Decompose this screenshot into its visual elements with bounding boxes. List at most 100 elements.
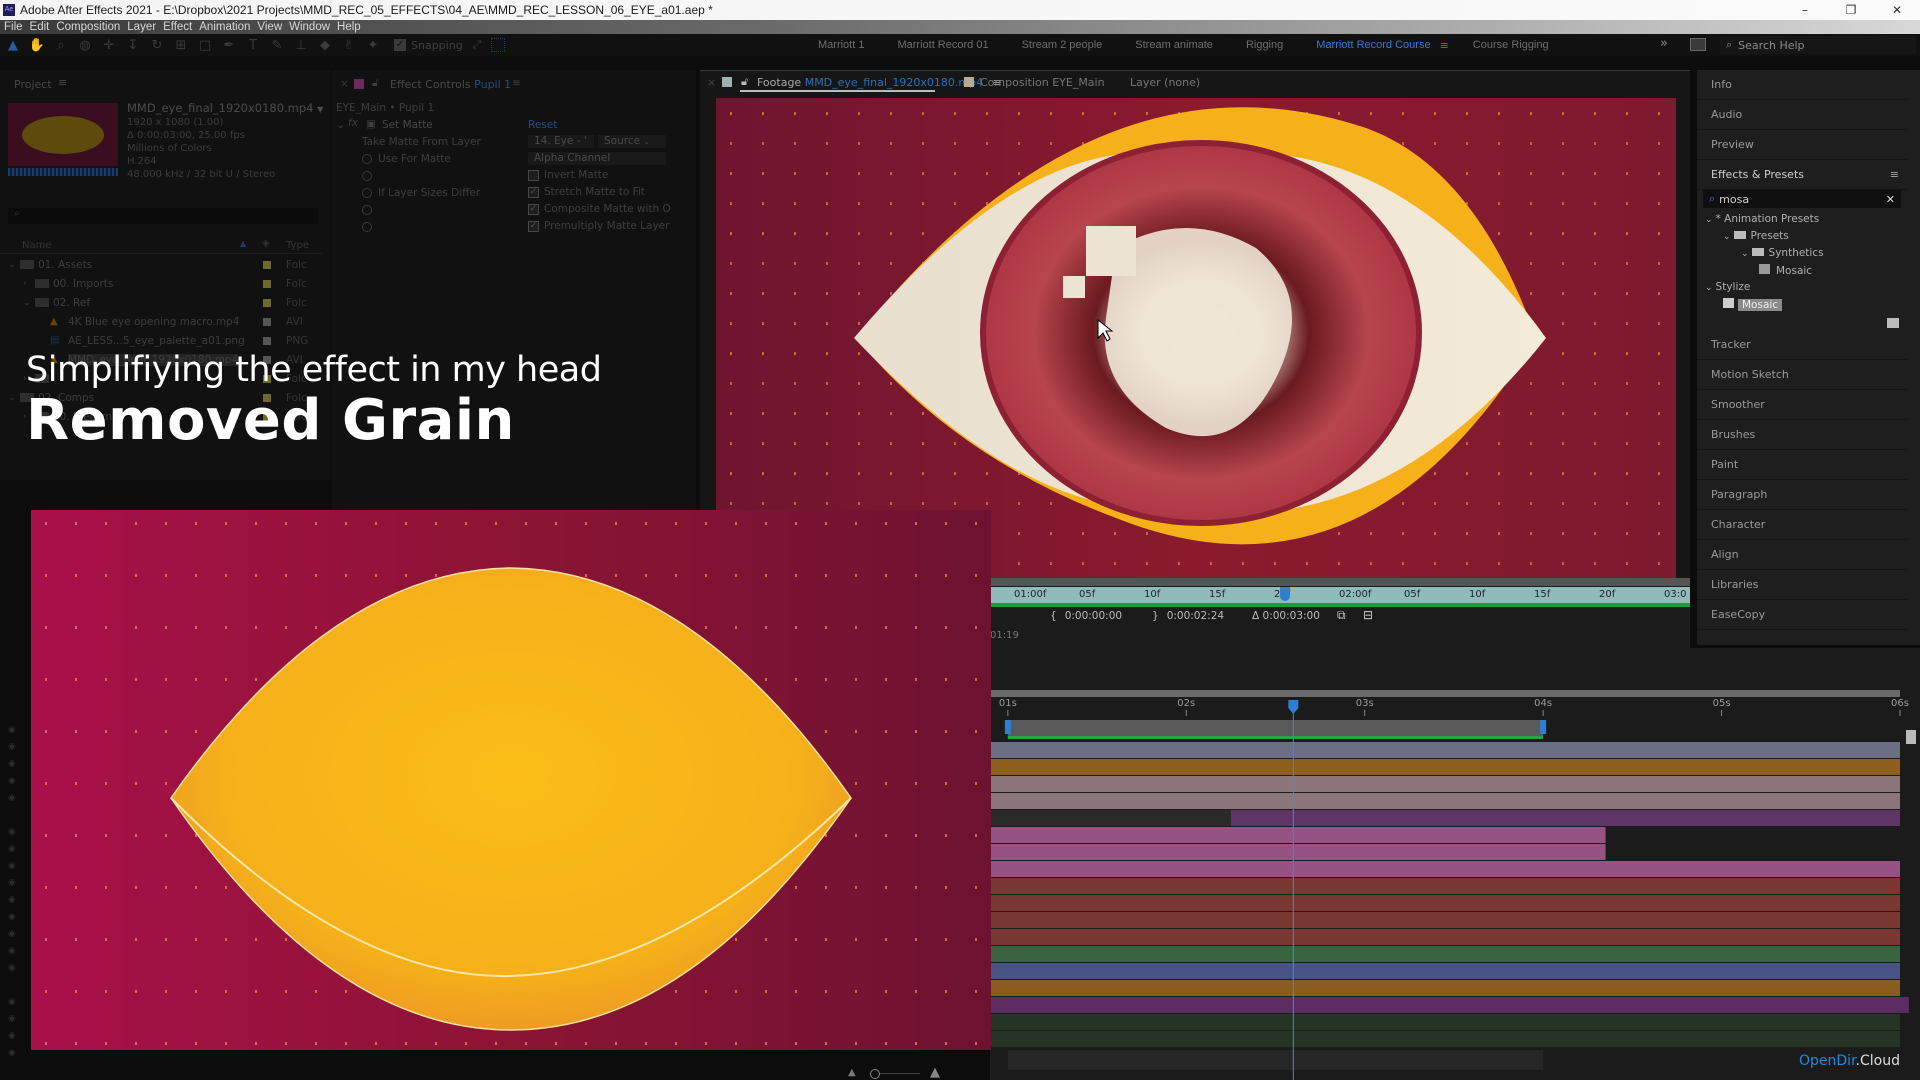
project-item[interactable]: ▲ 4K Blue eye opening macro.mp4 AVI bbox=[0, 312, 322, 331]
label-color-swatch[interactable] bbox=[263, 336, 271, 345]
panel-brushes[interactable]: Brushes bbox=[1697, 420, 1907, 450]
search-help-input[interactable]: ⌕ Search Help bbox=[1720, 36, 1916, 54]
playhead-handle[interactable] bbox=[1288, 700, 1299, 714]
effects-tree-item[interactable]: ⌄ * Animation Presets bbox=[1705, 213, 1819, 225]
project-panel-title[interactable]: Project bbox=[14, 78, 52, 91]
zoom-slider-handle[interactable] bbox=[870, 1069, 880, 1079]
lock-icon[interactable]: 🔓︎ bbox=[741, 75, 748, 89]
visibility-eye-icon[interactable]: ◉ bbox=[8, 827, 16, 837]
snapping-toggle[interactable]: ✓ Snapping ⤢ bbox=[394, 38, 506, 52]
zoom-handle-icon[interactable] bbox=[1906, 730, 1916, 744]
mini-ruler[interactable]: 01:00f05f10f15f20f02:00f05f10f15f20f03:0 bbox=[990, 587, 1690, 603]
close-tab-icon[interactable]: × bbox=[707, 76, 716, 89]
layer-bar[interactable] bbox=[990, 929, 1900, 945]
overlay-edit-icon[interactable]: ⊟ bbox=[1363, 608, 1373, 622]
menu-layer[interactable]: Layer bbox=[127, 21, 156, 33]
workspace-tab[interactable]: Marriott 1 bbox=[818, 39, 864, 51]
panel-paragraph[interactable]: Paragraph bbox=[1697, 480, 1907, 510]
more-workspaces-icon[interactable]: » bbox=[1660, 36, 1668, 51]
stopwatch-icon[interactable] bbox=[362, 188, 372, 198]
menu-view[interactable]: View bbox=[257, 21, 282, 33]
eraser-tool-icon[interactable]: ◆ bbox=[314, 36, 336, 54]
visibility-eye-icon[interactable]: ◉ bbox=[8, 963, 16, 973]
effects-tree-item[interactable]: ⌄ Stylize bbox=[1705, 281, 1750, 293]
visibility-eye-icon[interactable]: ◉ bbox=[8, 912, 16, 922]
rotate-tool-icon[interactable]: ↻ bbox=[146, 36, 168, 54]
clone-stamp-tool-icon[interactable]: ⊥ bbox=[290, 36, 312, 54]
chevron-down-icon[interactable]: ⌄ bbox=[8, 393, 16, 403]
work-area-bar[interactable] bbox=[1007, 720, 1544, 738]
label-color-swatch[interactable] bbox=[263, 298, 271, 307]
menu-help[interactable]: Help bbox=[337, 21, 361, 33]
layer-bar[interactable] bbox=[990, 827, 1606, 843]
snap-options-icon[interactable]: ⤢ bbox=[473, 38, 482, 52]
workspace-tab[interactable]: Marriott Record 01 bbox=[897, 39, 988, 51]
visibility-eye-icon[interactable]: ◉ bbox=[8, 895, 16, 905]
work-area-start-handle[interactable] bbox=[1004, 720, 1011, 734]
effects-search-input[interactable]: ⌕ mosa ✕ bbox=[1703, 190, 1901, 208]
panel-motion-sketch[interactable]: Motion Sketch bbox=[1697, 360, 1907, 390]
panel-easecopy[interactable]: EaseCopy bbox=[1697, 600, 1907, 630]
workspace-tab[interactable]: Marriott Record Course bbox=[1316, 39, 1430, 51]
take-matte-layer-dropdown[interactable]: 14. Eye - ' ⌄ bbox=[528, 135, 594, 158]
visibility-eye-icon[interactable]: ◉ bbox=[8, 793, 16, 803]
reset-button[interactable]: Reset bbox=[528, 119, 557, 131]
panel-menu-icon[interactable]: ≡ bbox=[58, 76, 67, 89]
new-bin-icon[interactable] bbox=[1887, 318, 1899, 328]
layer-bar[interactable] bbox=[990, 1014, 1900, 1030]
menu-file[interactable]: File bbox=[4, 21, 23, 33]
effect-controls-tab[interactable]: Effect Controls Pupil 1 bbox=[390, 78, 511, 91]
layer-bar[interactable] bbox=[990, 878, 1900, 894]
close-tab-icon[interactable]: × bbox=[340, 78, 349, 90]
premultiply-checkbox[interactable]: ✓ bbox=[528, 221, 539, 232]
snap-guide-icon[interactable] bbox=[491, 38, 506, 52]
project-item[interactable]: ⌄ 01. Assets Folc bbox=[0, 255, 322, 274]
panel-character[interactable]: Character bbox=[1697, 510, 1907, 540]
menu-animation[interactable]: Animation bbox=[199, 21, 250, 33]
minimize-button[interactable]: – bbox=[1782, 0, 1828, 20]
visibility-eye-icon[interactable]: ◉ bbox=[8, 1031, 16, 1041]
visibility-eye-icon[interactable]: ◉ bbox=[8, 878, 16, 888]
visibility-eye-icon[interactable]: ◉ bbox=[8, 742, 16, 752]
zoom-in-icon[interactable]: ▲ bbox=[930, 1065, 940, 1080]
visibility-eye-icon[interactable]: ◉ bbox=[8, 1048, 16, 1058]
chevron-down-icon[interactable]: ⌄ bbox=[1723, 232, 1731, 242]
ripple-insert-icon[interactable]: ⧉ bbox=[1337, 608, 1346, 623]
layer-bar[interactable] bbox=[990, 912, 1900, 928]
project-item[interactable]: ▤ AE_LESS...5_eye_palette_a01.png PNG bbox=[0, 331, 322, 350]
layer-bar[interactable] bbox=[990, 776, 1900, 792]
zoom-slider-track[interactable] bbox=[880, 1073, 920, 1074]
workspace-tab[interactable]: Rigging bbox=[1246, 39, 1283, 51]
puppet-pin-tool-icon[interactable]: ✦ bbox=[362, 36, 384, 54]
layer-bar[interactable] bbox=[990, 844, 1606, 860]
layer-bar[interactable] bbox=[990, 963, 1900, 979]
effects-tree-item[interactable]: ⌄ Presets bbox=[1723, 230, 1789, 242]
menu-composition[interactable]: Composition bbox=[56, 21, 120, 33]
visibility-eye-icon[interactable]: ◉ bbox=[8, 997, 16, 1007]
pen-tool-icon[interactable]: ✒ bbox=[218, 36, 240, 54]
panel-smoother[interactable]: Smoother bbox=[1697, 390, 1907, 420]
layer-tab[interactable]: Layer (none) bbox=[1130, 76, 1200, 89]
panel-audio[interactable]: Audio bbox=[1697, 100, 1907, 130]
sync-settings-icon[interactable] bbox=[1690, 38, 1706, 51]
chevron-down-icon[interactable]: ⌄ bbox=[8, 260, 16, 270]
menu-edit[interactable]: Edit bbox=[30, 21, 50, 33]
panel-info[interactable]: Info bbox=[1697, 70, 1907, 100]
effects-presets-header[interactable]: Effects & Presets ≡ bbox=[1697, 160, 1907, 190]
work-area-end-handle[interactable] bbox=[1540, 720, 1547, 734]
layer-bar[interactable] bbox=[990, 1031, 1900, 1047]
layer-bar[interactable] bbox=[990, 759, 1900, 775]
time-navigator[interactable] bbox=[990, 690, 1900, 697]
workspace-tab[interactable]: Stream 2 people bbox=[1022, 39, 1103, 51]
mini-playhead[interactable] bbox=[1280, 587, 1290, 601]
orbit-tool-icon[interactable]: ◍ bbox=[74, 36, 96, 54]
chevron-down-icon[interactable]: ⌄ bbox=[1705, 283, 1713, 293]
lock-icon[interactable]: 🔓︎ bbox=[372, 77, 379, 90]
layer-bar[interactable] bbox=[990, 980, 1900, 996]
effects-tree-item[interactable]: ⌄ Synthetics bbox=[1741, 247, 1824, 259]
restore-button[interactable]: ❐ bbox=[1828, 0, 1874, 20]
label-color-swatch[interactable] bbox=[263, 317, 271, 326]
chevron-down-icon[interactable]: ⌄ bbox=[1705, 215, 1713, 225]
visibility-eye-icon[interactable]: ◉ bbox=[8, 844, 16, 854]
layer-bar[interactable] bbox=[990, 946, 1900, 962]
